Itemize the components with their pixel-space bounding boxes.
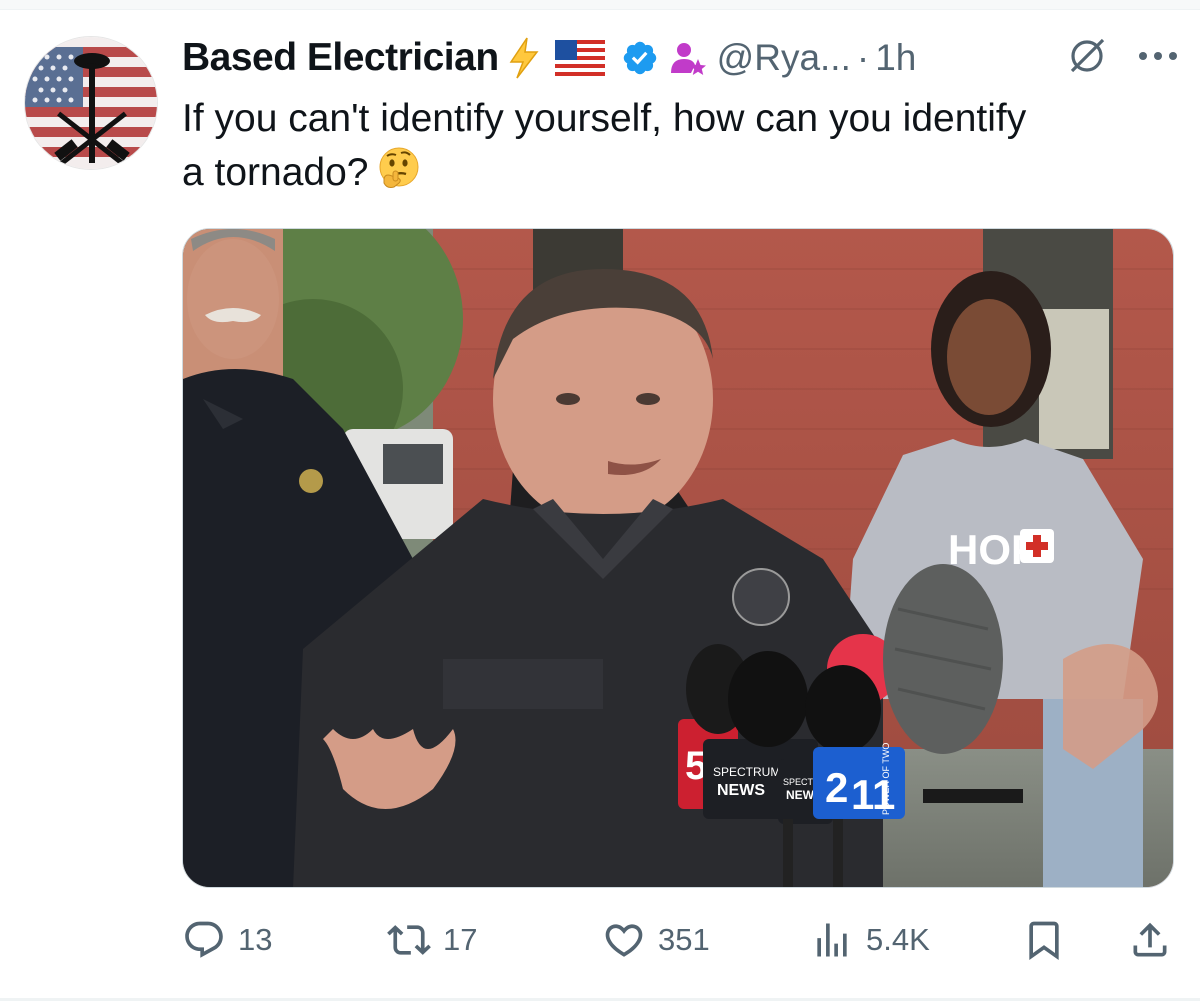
- repost-count: 17: [443, 922, 478, 957]
- grok-icon[interactable]: [1066, 35, 1108, 82]
- bookmark-button[interactable]: [1022, 918, 1066, 962]
- avatar-flag-rifles-icon: [25, 37, 157, 169]
- thinking-face-icon: [375, 145, 423, 207]
- more-options-icon[interactable]: [1136, 49, 1180, 68]
- like-count: 351: [658, 922, 710, 957]
- verified-badge-icon[interactable]: [621, 39, 659, 77]
- mic-label-power-of-two: POWER OF TWO: [881, 743, 891, 815]
- bookmark-icon: [1029, 921, 1059, 961]
- tweet-text: If you can't identify yourself, how can …: [182, 92, 1182, 207]
- views-count: 5.4K: [866, 922, 930, 957]
- tweet-action-bar: 13 17 351 5.4K: [182, 912, 1172, 968]
- lightning-icon: [507, 36, 541, 80]
- views-button[interactable]: 5.4K: [810, 918, 930, 962]
- share-icon: [1133, 922, 1167, 957]
- reply-icon: [185, 921, 223, 958]
- timeline-divider-top: [0, 0, 1200, 10]
- mic-label-spectrum-partial-bottom: NEW: [786, 788, 815, 802]
- us-flag-icon: [554, 40, 605, 76]
- repost-icon: [387, 925, 431, 955]
- reply-count: 13: [238, 922, 273, 957]
- tweet-media-image[interactable]: HOP 5 SPECTRUM NEWS SPECTRU NEW 2 11 POW…: [182, 228, 1174, 888]
- like-button[interactable]: 351: [602, 918, 710, 962]
- tweet-text-line-1: If you can't identify yourself, how can …: [182, 97, 1027, 140]
- heart-icon: [605, 924, 643, 957]
- header-separator: ·: [856, 37, 870, 78]
- repost-button[interactable]: 17: [387, 918, 477, 962]
- header-actions: [1066, 30, 1180, 86]
- share-button[interactable]: [1128, 918, 1172, 962]
- reply-button[interactable]: 13: [182, 918, 272, 962]
- tweet-header: Based Electrician @Rya... · 1h: [182, 30, 1180, 86]
- author-display-name[interactable]: Based Electrician: [182, 36, 499, 80]
- tweet-text-line-2: a tornado?: [182, 145, 1182, 207]
- views-icon: [817, 923, 847, 957]
- person-star-icon: [669, 39, 707, 77]
- tweet-timestamp[interactable]: 1h: [875, 37, 916, 79]
- mic-label-spectrum-bottom: NEWS: [717, 782, 765, 799]
- mic-label-spectrum-top: SPECTRUM: [713, 765, 780, 779]
- tweet-text-line-2-text: a tornado?: [182, 151, 369, 194]
- author-handle[interactable]: @Rya...: [717, 37, 851, 79]
- mic-label-channel2: 2: [825, 764, 848, 811]
- author-avatar[interactable]: [24, 36, 158, 170]
- press-conference-photo: HOP 5 SPECTRUM NEWS SPECTRU NEW 2 11 POW…: [183, 229, 1173, 887]
